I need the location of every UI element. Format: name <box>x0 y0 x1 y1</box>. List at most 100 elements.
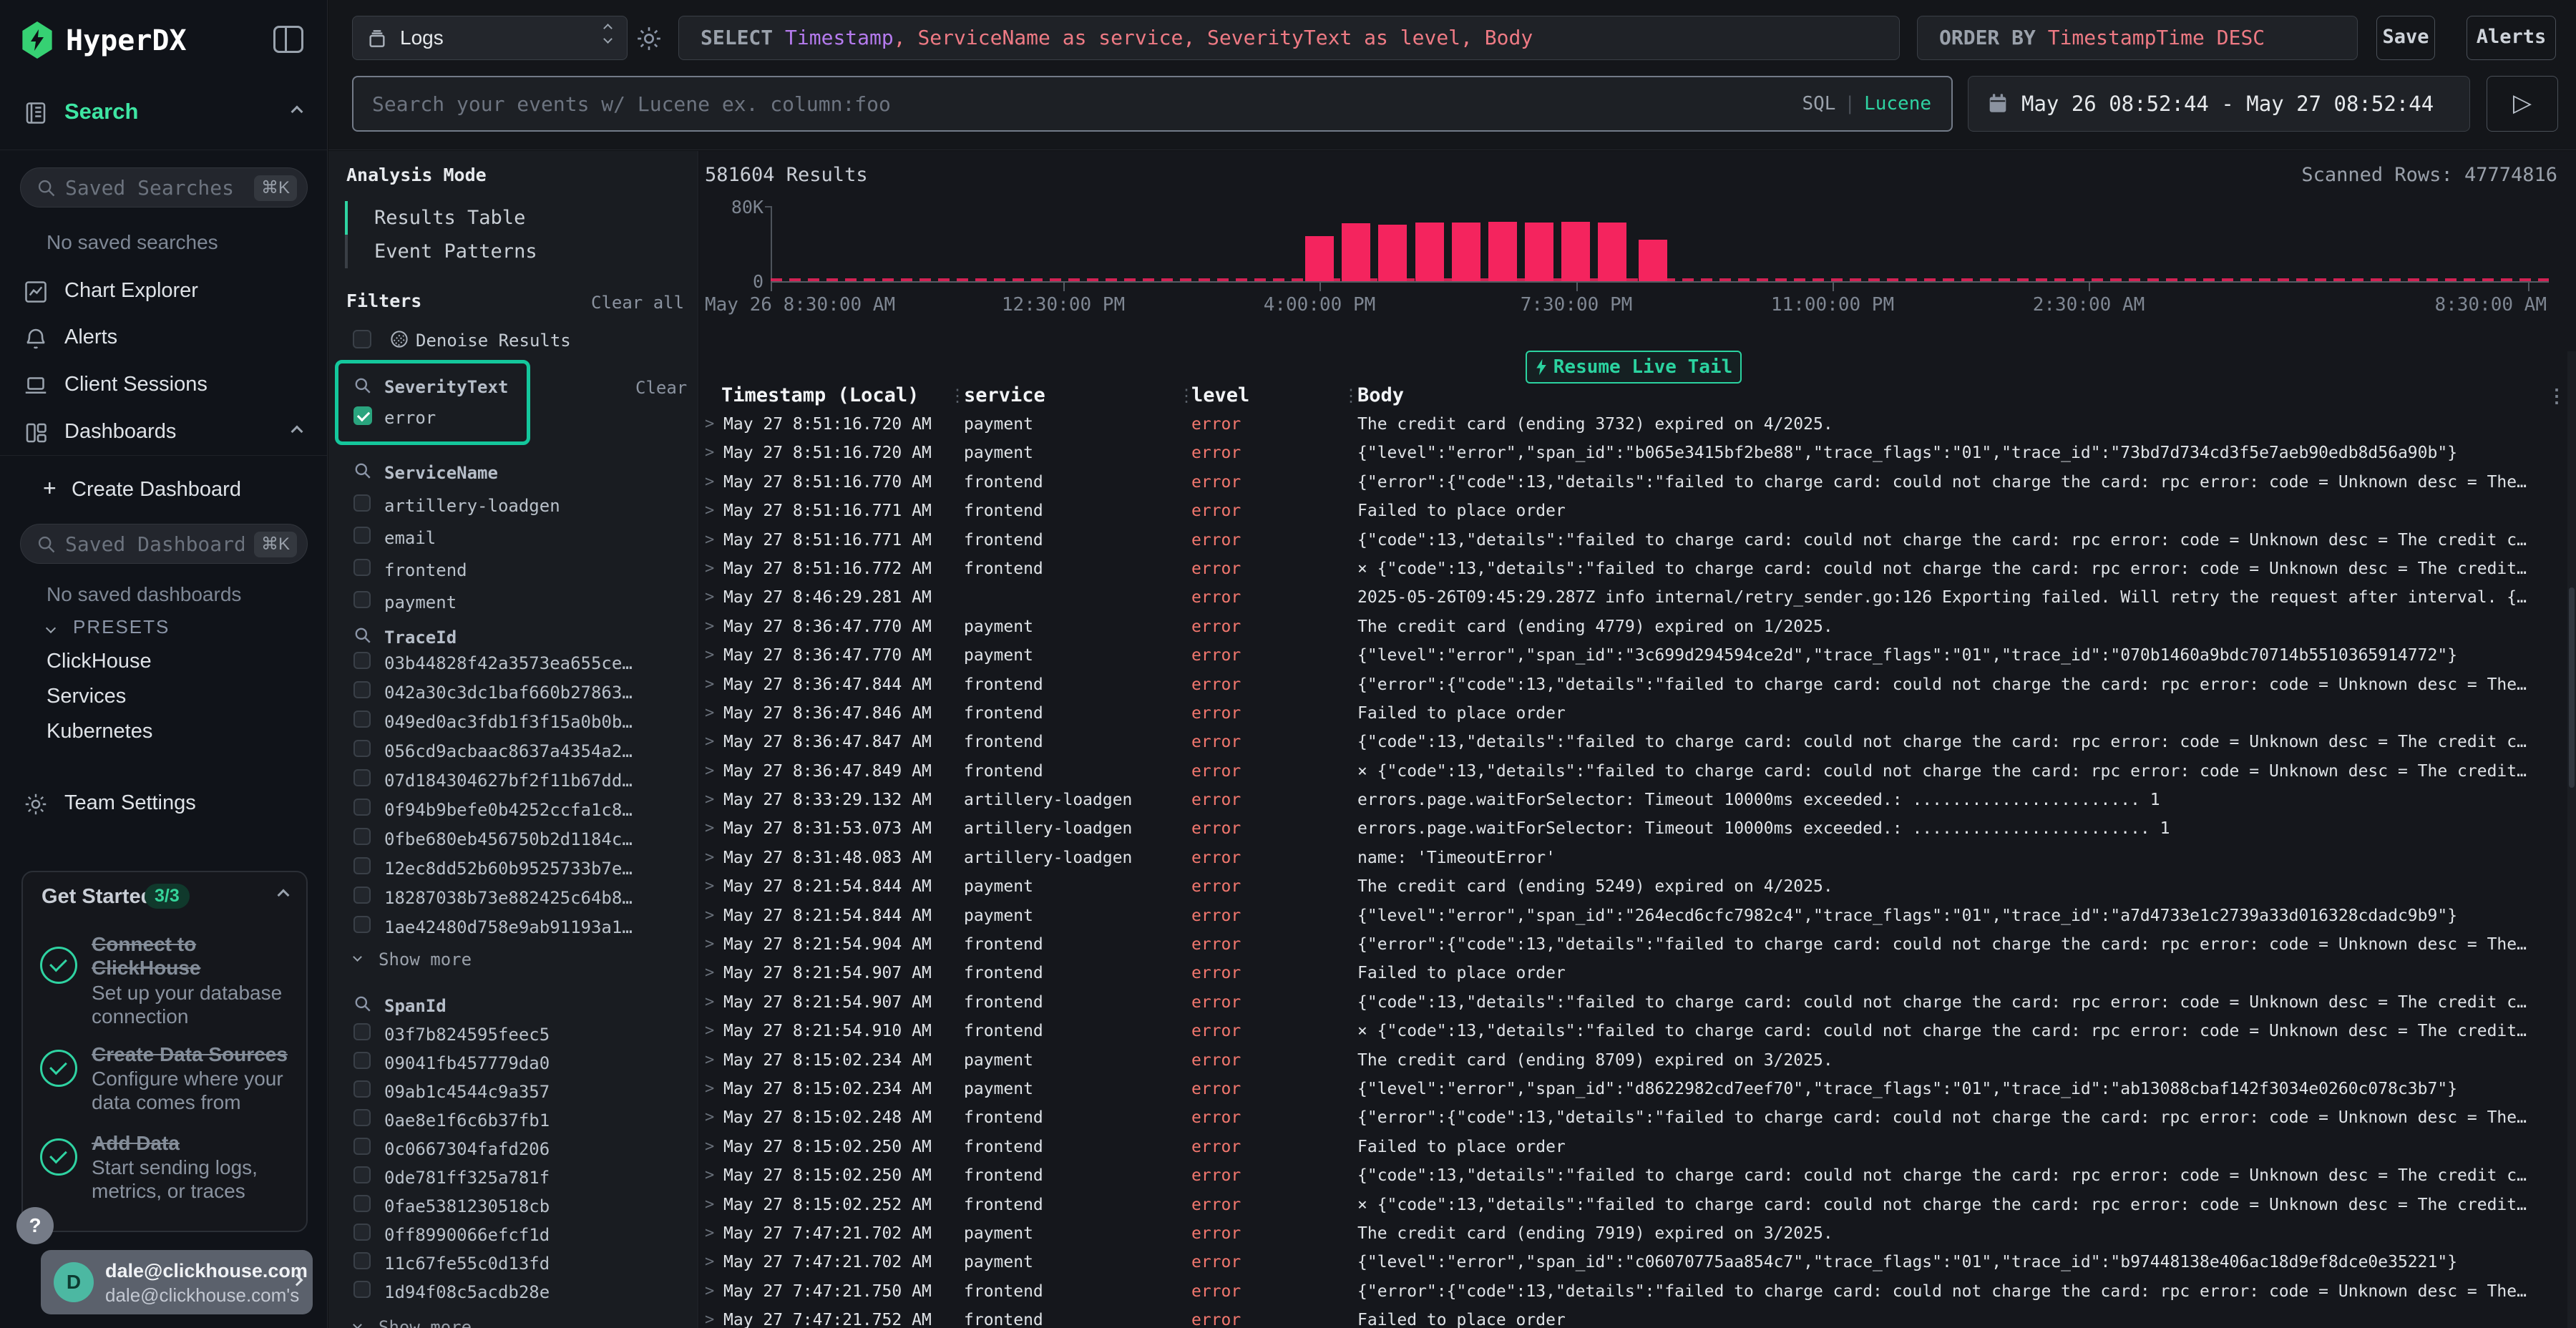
run-query-button[interactable]: ▷ <box>2487 76 2558 132</box>
table-row[interactable]: >May 27 8:15:02.234 AMpaymenterror{"leve… <box>699 1075 2576 1103</box>
scrollbar-track[interactable] <box>2567 351 2576 1328</box>
histogram-bar[interactable] <box>1639 240 1667 281</box>
span-filter-item-checkbox[interactable] <box>353 1224 371 1241</box>
service-filter-item-checkbox[interactable] <box>353 494 371 512</box>
table-row[interactable]: >May 27 8:36:47.770 AMpaymenterror{"leve… <box>699 641 2576 670</box>
row-expand-chevron[interactable]: > <box>705 757 723 786</box>
create-dashboard-button[interactable]: + Create Dashboard <box>0 475 327 507</box>
source-settings-gear-icon[interactable] <box>635 24 663 53</box>
trace-filter-item-label[interactable]: 049ed0ac3fdb1f3f15a0b0b… <box>384 712 633 732</box>
chevron-up-icon[interactable] <box>291 426 303 438</box>
histogram-bar[interactable] <box>1342 223 1370 281</box>
span-filter-item-checkbox[interactable] <box>353 1080 371 1098</box>
row-expand-chevron[interactable]: > <box>705 930 723 959</box>
row-expand-chevron[interactable]: > <box>705 612 723 641</box>
row-expand-chevron[interactable]: > <box>705 988 723 1017</box>
table-row[interactable]: >May 27 8:31:48.083 AMartillery-loadgene… <box>699 844 2576 872</box>
table-row[interactable]: >May 27 8:21:54.844 AMpaymenterrorThe cr… <box>699 872 2576 901</box>
table-row[interactable]: >May 27 7:47:21.702 AMpaymenterror{"leve… <box>699 1248 2576 1276</box>
service-filter-item-label[interactable]: frontend <box>384 560 467 580</box>
service-filter-item-label[interactable]: payment <box>384 592 457 612</box>
row-expand-chevron[interactable]: > <box>705 1277 723 1306</box>
sidebar-item-team-settings[interactable]: Team Settings <box>0 788 327 820</box>
service-filter-item-checkbox[interactable] <box>353 591 371 608</box>
table-row[interactable]: >May 27 8:15:02.248 AMfrontenderror{"err… <box>699 1103 2576 1132</box>
resume-live-tail-button[interactable]: Resume Live Tail <box>1526 351 1742 384</box>
table-row[interactable]: >May 27 8:21:54.904 AMfrontenderror{"err… <box>699 930 2576 959</box>
trace-filter-item-checkbox[interactable] <box>353 828 371 845</box>
trace-filter-item-checkbox[interactable] <box>353 681 371 698</box>
table-row[interactable]: >May 27 8:15:02.250 AMfrontenderror{"cod… <box>699 1161 2576 1190</box>
table-row[interactable]: >May 27 8:31:53.073 AMartillery-loadgene… <box>699 814 2576 843</box>
trace-filter-item-label[interactable]: 0f94b9befe0b4252ccfa1c8… <box>384 800 633 820</box>
scrollbar-thumb[interactable] <box>2569 587 2575 788</box>
table-row[interactable]: >May 27 8:15:02.250 AMfrontenderrorFaile… <box>699 1133 2576 1161</box>
row-expand-chevron[interactable]: > <box>705 468 723 497</box>
table-row[interactable]: >May 27 8:36:47.844 AMfrontenderror{"err… <box>699 670 2576 699</box>
span-filter-item-label[interactable]: 0ff8990066efcf1d <box>384 1225 550 1245</box>
row-expand-chevron[interactable]: > <box>705 728 723 756</box>
col-body[interactable]: Body <box>1357 384 2576 410</box>
span-filter-item-label[interactable]: 0fae5381230518cb <box>384 1196 550 1216</box>
span-filter-item-checkbox[interactable] <box>353 1281 371 1298</box>
order-by-input[interactable]: ORDER BY TimestampTime DESC <box>1917 16 2358 60</box>
row-expand-chevron[interactable]: > <box>705 902 723 930</box>
span-filter-item-label[interactable]: 11c67fe55c0d13fd <box>384 1254 550 1274</box>
get-started-item-title[interactable]: Create Data Sources <box>92 1043 299 1066</box>
row-expand-chevron[interactable]: > <box>705 1046 723 1075</box>
sidebar-item-kubernetes[interactable]: Kubernetes <box>47 720 152 743</box>
date-range-picker[interactable]: May 26 08:52:44 - May 27 08:52:44 <box>1968 76 2470 132</box>
service-filter-item-checkbox[interactable] <box>353 527 371 544</box>
trace-filter-item-checkbox[interactable] <box>353 769 371 786</box>
sidebar-item-dashboards[interactable]: Dashboards <box>0 417 327 449</box>
clear-all-link[interactable]: Clear all <box>591 293 684 313</box>
span-filter-item-checkbox[interactable] <box>353 1023 371 1040</box>
row-expand-chevron[interactable]: > <box>705 1306 723 1328</box>
histogram-bar[interactable] <box>1488 222 1517 281</box>
trace-filter-item-label[interactable]: 042a30c3dc1baf660b27863… <box>384 683 633 703</box>
get-started-item-title[interactable]: Connect to ClickHouse <box>92 932 299 980</box>
row-expand-chevron[interactable]: > <box>705 497 723 525</box>
sql-select-input[interactable]: SELECT Timestamp, ServiceName as service… <box>678 16 1900 60</box>
trace-filter-item-checkbox[interactable] <box>353 887 371 904</box>
collapse-sidebar-icon[interactable] <box>273 26 303 53</box>
histogram-bar[interactable] <box>1525 223 1553 281</box>
span-filter-item-label[interactable]: 09041fb457779da0 <box>384 1053 550 1073</box>
presets-toggle[interactable]: PRESETS <box>0 616 327 648</box>
trace-filter-item-label[interactable]: 12ec8dd52b60b9525733b7e… <box>384 859 633 879</box>
sql-mode-label[interactable]: SQL <box>1802 93 1835 114</box>
histogram-bar[interactable] <box>1452 223 1480 281</box>
col-timestamp[interactable]: Timestamp (Local) <box>705 384 964 410</box>
saved-searches-input[interactable]: ⌘K <box>20 167 308 208</box>
span-filter-item-label[interactable]: 0c0667304fafd206 <box>384 1139 550 1159</box>
trace-filter-item-checkbox[interactable] <box>353 916 371 933</box>
sidebar-item-client-sessions[interactable]: Client Sessions <box>0 370 327 401</box>
table-row[interactable]: >May 27 8:21:54.910 AMfrontenderror× {"c… <box>699 1017 2576 1045</box>
table-row[interactable]: >May 27 8:51:16.771 AMfrontenderrorFaile… <box>699 497 2576 525</box>
table-row[interactable]: >May 27 8:51:16.720 AMpaymenterrorThe cr… <box>699 410 2576 439</box>
histogram-bar[interactable] <box>1598 223 1626 281</box>
span-filter-item-checkbox[interactable] <box>353 1166 371 1183</box>
save-button[interactable]: Save <box>2376 16 2435 60</box>
row-expand-chevron[interactable]: > <box>705 1161 723 1190</box>
table-row[interactable]: >May 27 8:36:47.849 AMfrontenderror× {"c… <box>699 757 2576 786</box>
alerts-button[interactable]: Alerts <box>2467 16 2556 60</box>
span-show-more[interactable]: Show more <box>379 1317 472 1328</box>
histogram-bar[interactable] <box>1561 222 1590 281</box>
chevron-up-icon[interactable] <box>291 106 303 118</box>
span-filter-item-label[interactable]: 03f7b824595feec5 <box>384 1025 550 1045</box>
source-select[interactable]: Logs <box>352 16 628 60</box>
sidebar-item-search[interactable]: Search <box>0 97 327 129</box>
table-row[interactable]: >May 27 8:51:16.772 AMfrontenderror× {"c… <box>699 555 2576 583</box>
sidebar-item-chart-explorer[interactable]: Chart Explorer <box>0 276 327 308</box>
severity-filter-title[interactable]: SeverityText <box>384 377 508 397</box>
row-expand-chevron[interactable]: > <box>705 583 723 612</box>
col-service[interactable]: service <box>964 384 1191 410</box>
trace-filter-item-checkbox[interactable] <box>353 652 371 669</box>
histogram-bar[interactable] <box>1305 236 1334 281</box>
service-filter-item-label[interactable]: email <box>384 528 436 548</box>
service-filter-item-label[interactable]: artillery-loadgen <box>384 496 560 516</box>
query-language-toggle[interactable]: SQL|Lucene <box>1802 93 1931 114</box>
row-expand-chevron[interactable]: > <box>705 1017 723 1045</box>
trace-filter-item-label[interactable]: 056cd9acbaac8637a4354a2… <box>384 741 633 761</box>
